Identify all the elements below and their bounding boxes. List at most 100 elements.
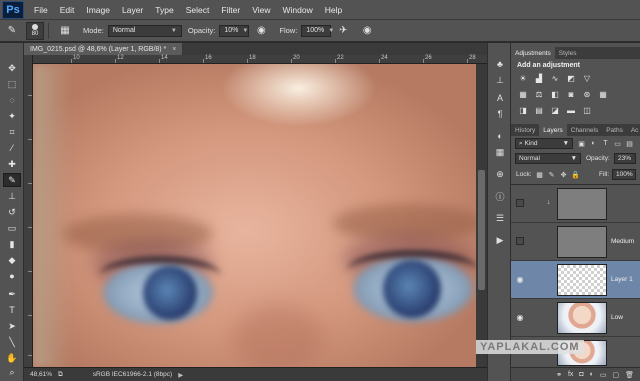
navigator-icon[interactable]: ⊕ — [492, 167, 508, 181]
path-select-tool-icon[interactable]: ➤ — [3, 319, 21, 333]
photo-filter-icon[interactable]: ◙ — [565, 89, 577, 99]
tab-adjustments[interactable]: Adjustments — [511, 47, 555, 59]
type-tool-icon[interactable]: T — [3, 303, 21, 317]
layer-row[interactable]: ↓ — [511, 185, 640, 223]
visibility-toggle[interactable] — [516, 237, 524, 245]
layer-thumbnail[interactable] — [557, 302, 607, 334]
vertical-scrollbar[interactable] — [476, 64, 487, 367]
document-canvas[interactable] — [33, 64, 476, 367]
lasso-tool-icon[interactable]: ◌ — [3, 93, 21, 107]
fill-input[interactable]: 100% — [612, 169, 636, 180]
lock-position-icon[interactable]: ✥ — [559, 170, 568, 179]
blur-tool-icon[interactable]: ◆ — [3, 253, 21, 267]
hand-tool-icon[interactable]: ✋ — [3, 351, 21, 365]
layer-thumbnail[interactable] — [557, 188, 607, 220]
history-brush-tool-icon[interactable]: ↺ — [3, 205, 21, 219]
vibrance-icon[interactable]: ▽ — [581, 73, 593, 83]
zoom-level[interactable]: 48,61% — [24, 371, 58, 378]
gradient-tool-icon[interactable]: ▮ — [3, 237, 21, 251]
eye-icon[interactable]: ◉ — [515, 312, 525, 322]
threshold-icon[interactable]: ◪ — [549, 105, 561, 115]
close-icon[interactable]: × — [172, 46, 176, 53]
menu-select[interactable]: Select — [180, 5, 216, 15]
lock-image-icon[interactable]: ✎ — [547, 170, 556, 179]
menu-file[interactable]: File — [28, 5, 54, 15]
paragraph-icon[interactable]: ¶ — [492, 107, 508, 121]
swatches-icon[interactable]: ▦ — [492, 145, 508, 159]
actions-icon[interactable]: ▶ — [492, 233, 508, 247]
eraser-tool-icon[interactable]: ▭ — [3, 221, 21, 235]
lock-transparent-icon[interactable]: ▦ — [535, 170, 544, 179]
export-icon[interactable]: ⧉ — [58, 371, 63, 379]
folder-icon[interactable]: ▭ — [600, 371, 607, 379]
invert-icon[interactable]: ◨ — [517, 105, 529, 115]
move-tool-icon[interactable]: ✥ — [3, 61, 21, 75]
brush-panel-icon[interactable]: ▦ — [57, 23, 73, 39]
color-balance-icon[interactable]: ⚖ — [533, 89, 545, 99]
new-layer-icon[interactable]: ▢ — [612, 371, 619, 379]
vertical-ruler[interactable] — [24, 55, 33, 367]
visibility-toggle[interactable] — [516, 199, 524, 207]
trash-icon[interactable]: 🗑 — [625, 371, 634, 379]
hue-saturation-icon[interactable]: ▦ — [517, 89, 529, 99]
color-panel-icon[interactable]: ◐ — [492, 129, 508, 143]
flow-input[interactable]: 100% ▼ — [301, 24, 334, 37]
scrollbar-thumb[interactable] — [478, 170, 485, 290]
info-icon[interactable]: ⓘ — [492, 189, 508, 203]
layer-name[interactable]: Layer 1 — [611, 276, 633, 283]
lock-all-icon[interactable]: 🔒 — [571, 170, 580, 179]
brush-tool-icon[interactable]: ✎ — [3, 173, 21, 187]
menu-view[interactable]: View — [246, 5, 276, 15]
tab-history[interactable]: History — [511, 124, 539, 136]
tab-layers[interactable]: Layers — [539, 124, 567, 136]
levels-icon[interactable]: ▟ — [533, 73, 545, 83]
zoom-tool-icon[interactable]: ⌕ — [3, 365, 21, 379]
pixel-filter-icon[interactable]: ▣ — [577, 139, 586, 148]
clone-source-icon[interactable]: ⊥ — [492, 73, 508, 87]
brush-tool-icon[interactable]: ✎ — [4, 23, 20, 39]
menu-help[interactable]: Help — [319, 5, 348, 15]
brush-preset-picker[interactable]: 80 — [26, 21, 44, 40]
layer-thumbnail[interactable] — [557, 264, 607, 296]
dodge-tool-icon[interactable]: ● — [3, 269, 21, 283]
layer-row[interactable]: Medium — [511, 223, 640, 261]
opacity-input[interactable]: 10% ▼ — [219, 24, 250, 37]
quick-select-tool-icon[interactable]: ✦ — [3, 109, 21, 123]
blend-mode-select[interactable]: Normal ▼ — [515, 153, 581, 164]
status-menu-arrow-icon[interactable]: ▶ — [178, 371, 183, 379]
tab-channels[interactable]: Channels — [567, 124, 602, 136]
character-icon[interactable]: A — [492, 91, 508, 105]
curves-icon[interactable]: ∿ — [549, 73, 561, 83]
mask-icon[interactable]: ◘ — [579, 371, 583, 378]
line-tool-icon[interactable]: ╲ — [3, 335, 21, 349]
marquee-tool-icon[interactable]: ⬚ — [3, 77, 21, 91]
crop-tool-icon[interactable]: ⌗ — [3, 125, 21, 139]
fx-icon[interactable]: fx — [568, 371, 573, 378]
type-filter-icon[interactable]: T — [601, 139, 610, 148]
smart-object-filter-icon[interactable]: ▤ — [625, 139, 634, 148]
channel-mixer-icon[interactable]: ⊛ — [581, 89, 593, 99]
brush-presets-icon[interactable]: ♣ — [492, 57, 508, 71]
layer-thumbnail[interactable] — [557, 226, 607, 258]
menu-layer[interactable]: Layer — [116, 5, 149, 15]
pressure-size-icon[interactable]: ◉ — [359, 23, 375, 39]
shape-filter-icon[interactable]: ▭ — [613, 139, 622, 148]
exposure-icon[interactable]: ◩ — [565, 73, 577, 83]
tab-paths[interactable]: Paths — [602, 124, 627, 136]
pressure-opacity-icon[interactable]: ◉ — [253, 23, 269, 39]
horizontal-ruler[interactable]: 10 12 14 16 18 20 22 24 26 28 — [33, 55, 487, 64]
posterize-icon[interactable]: ▤ — [533, 105, 545, 115]
selective-color-icon[interactable]: ◫ — [581, 105, 593, 115]
menu-type[interactable]: Type — [149, 5, 179, 15]
menu-filter[interactable]: Filter — [215, 5, 246, 15]
layer-name[interactable]: Medium — [611, 238, 634, 245]
mode-select[interactable]: Normal ▼ — [107, 24, 182, 37]
layer-opacity-input[interactable]: 23% — [614, 153, 636, 164]
airbrush-icon[interactable]: ✈ — [335, 23, 351, 39]
layer-row[interactable]: ◉ Layer 1 — [511, 261, 640, 299]
document-tab[interactable]: IMG_0215.psd @ 48,6% (Layer 1, RGB/8) * … — [24, 43, 183, 55]
healing-brush-tool-icon[interactable]: ✚ — [3, 157, 21, 171]
kind-filter-select[interactable]: ⌕ Kind ▼ — [515, 138, 573, 149]
menu-window[interactable]: Window — [276, 5, 318, 15]
layer-row[interactable]: ◉ Low — [511, 299, 640, 337]
